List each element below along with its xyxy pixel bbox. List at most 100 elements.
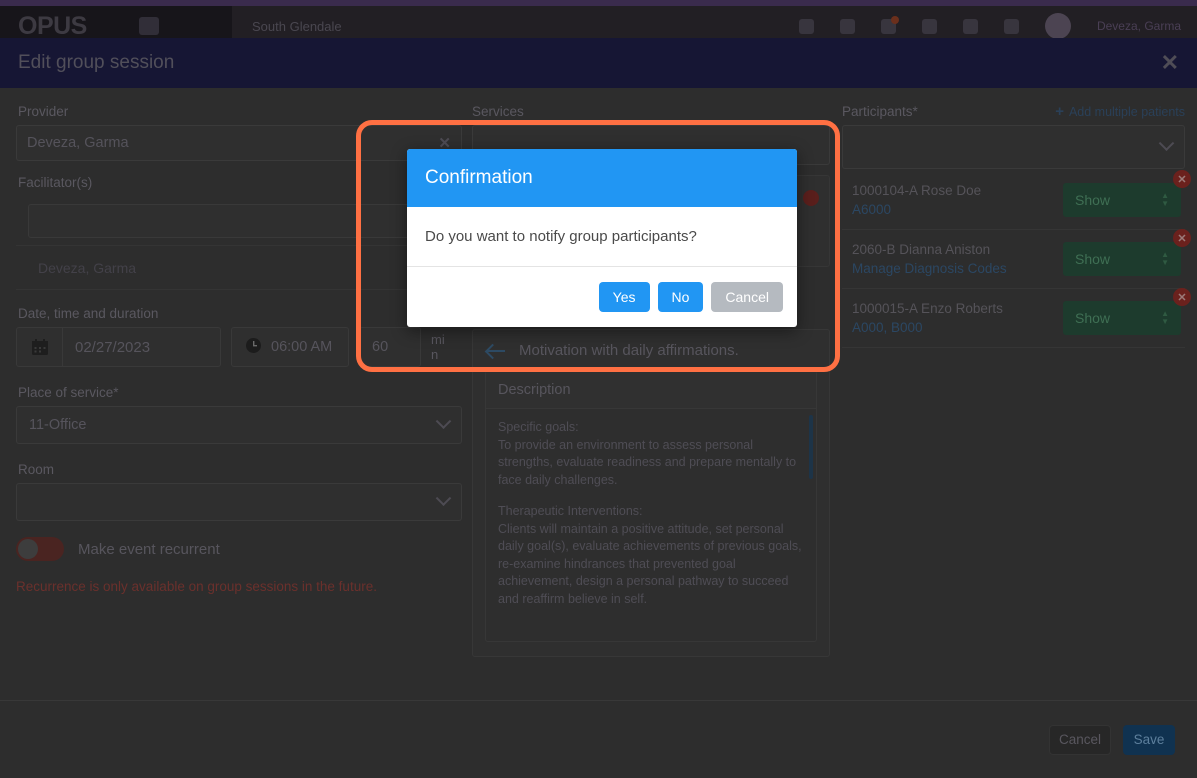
group-title: Motivation with daily affirmations. <box>519 342 739 359</box>
datetime-label: Date, time and duration <box>18 306 159 321</box>
participant-name: 1000015-A Enzo Roberts <box>852 301 1003 316</box>
messages-icon[interactable] <box>921 18 937 34</box>
add-multiple-patients-button[interactable]: + Add multiple patients <box>1055 104 1185 119</box>
remove-participant-icon[interactable]: ✕ <box>1173 229 1191 247</box>
participant-show-value: Show <box>1075 310 1111 326</box>
save-button[interactable]: Save <box>1123 724 1175 755</box>
participant-show-value: Show <box>1075 251 1111 267</box>
left-form-column: Provider Deveza, Garma ✕ Facilitator(s) … <box>12 104 462 740</box>
make-event-recurrent-toggle[interactable] <box>16 537 64 561</box>
participant-show-select[interactable]: Show ▲ ▼ <box>1063 242 1181 276</box>
participant-row: 1000015-A Enzo Roberts A000, B000 Show ▲… <box>842 288 1191 348</box>
duration-input[interactable]: 60 <box>359 327 421 367</box>
services-label: Services <box>472 104 524 119</box>
confirmation-dialog: Confirmation Do you want to notify group… <box>407 149 797 327</box>
calendar-nav-icon[interactable] <box>839 18 855 34</box>
confirmation-message: Do you want to notify group participants… <box>407 207 797 267</box>
participant-select[interactable] <box>842 125 1185 169</box>
participant-name: 2060-B Dianna Aniston <box>852 242 991 257</box>
participant-show-value: Show <box>1075 192 1111 208</box>
navbar-icons: Deveza, Garma <box>798 13 1197 39</box>
participant-info: 1000104-A Rose Doe A6000 <box>852 181 1063 219</box>
duration-value: 60 <box>372 339 389 355</box>
facilitator-input[interactable] <box>28 203 450 238</box>
back-arrow-icon[interactable] <box>487 349 505 352</box>
tasks-icon[interactable] <box>962 18 978 34</box>
confirmation-title: Confirmation <box>425 167 533 188</box>
page-title: Edit group session <box>18 52 175 73</box>
modal-footer: Cancel Save <box>0 700 1197 778</box>
remove-participant-icon[interactable]: ✕ <box>1173 288 1191 306</box>
notifications-icon[interactable] <box>880 15 899 34</box>
confirmation-actions: Yes No Cancel <box>407 267 797 327</box>
participants-list: 1000104-A Rose Doe A6000 Show ▲ ▼ ✕ 2060-… <box>842 170 1191 348</box>
participant-show-select[interactable]: Show ▲ ▼ <box>1063 183 1181 217</box>
facilitator-label: Facilitator(s) <box>18 175 93 190</box>
chevron-down-icon <box>1158 134 1175 151</box>
app-logo: OPUS <box>18 11 87 40</box>
place-of-service-label: Place of service* <box>18 385 119 400</box>
cancel-button[interactable]: Cancel <box>1049 724 1111 755</box>
datetime-row: 02/27/2023 06:00 AM 60 min <box>16 327 462 367</box>
participants-column: Participants* + Add multiple patients 10… <box>830 104 1191 740</box>
place-of-service-select[interactable]: 11-Office <box>16 406 462 444</box>
add-multiple-patients-label: Add multiple patients <box>1068 104 1185 119</box>
participant-info: 2060-B Dianna Aniston Manage Diagnosis C… <box>852 240 1063 278</box>
group-detail-header: Motivation with daily affirmations. <box>473 330 829 371</box>
clinic-name: South Glendale <box>252 18 342 34</box>
room-label: Room <box>18 462 55 477</box>
nav-collapse-icon[interactable] <box>138 17 159 35</box>
modal-header: Edit group session ✕ <box>0 38 1197 88</box>
confirm-no-button[interactable]: No <box>657 282 704 312</box>
nav-username: Deveza, Garma <box>1096 19 1181 33</box>
recurrent-row: Make event recurrent <box>16 537 462 561</box>
calendar-icon[interactable] <box>17 328 63 366</box>
date-value: 02/27/2023 <box>75 338 151 356</box>
participant-row: 1000104-A Rose Doe A6000 Show ▲ ▼ ✕ <box>842 170 1191 230</box>
avatar[interactable] <box>1044 13 1071 39</box>
help-icon[interactable] <box>798 18 814 34</box>
participants-label: Participants* <box>842 104 918 119</box>
close-icon[interactable]: ✕ <box>1161 52 1179 74</box>
room-select[interactable] <box>16 483 462 521</box>
spinner-arrows-icon: ▲ ▼ <box>1161 250 1169 267</box>
provider-value: Deveza, Garma <box>27 135 129 151</box>
time-value: 06:00 AM <box>271 339 333 355</box>
recurrence-note: Recurrence is only available on group se… <box>16 579 377 594</box>
description-paragraph: Specific goals: To provide an environmen… <box>498 420 797 487</box>
recurrent-label: Make event recurrent <box>78 540 220 558</box>
participant-name: 1000104-A Rose Doe <box>852 183 982 198</box>
participant-codes[interactable]: Manage Diagnosis Codes <box>852 259 1063 278</box>
provider-label: Provider <box>18 104 69 119</box>
toggle-knob <box>18 539 38 559</box>
participant-codes[interactable]: A000, B000 <box>852 318 1063 337</box>
participant-codes[interactable]: A6000 <box>852 200 1063 219</box>
spinner-arrows-icon: ▲ ▼ <box>1161 309 1169 326</box>
facilitator-row-input <box>16 196 462 246</box>
plus-icon: + <box>1055 103 1064 120</box>
facilitator-row-suggestion: Deveza, Garma <box>16 246 462 290</box>
facilitator-section: Deveza, Garma <box>16 196 462 290</box>
facilitator-suggestion[interactable]: Deveza, Garma <box>28 252 450 284</box>
settings-icon[interactable] <box>1003 18 1019 34</box>
participants-header: Participants* + Add multiple patients <box>842 104 1185 119</box>
remove-participant-icon[interactable]: ✕ <box>1173 170 1191 188</box>
remove-service-icon[interactable] <box>803 190 819 206</box>
time-input[interactable]: 06:00 AM <box>231 327 349 367</box>
duration-unit-label: min <box>431 332 445 362</box>
date-input[interactable]: 02/27/2023 <box>16 327 221 367</box>
description-panel: Description Specific goals: To provide a… <box>485 371 817 642</box>
place-of-service-value: 11-Office <box>29 417 87 433</box>
provider-input[interactable]: Deveza, Garma ✕ <box>16 125 462 161</box>
description-header: Description <box>486 372 816 409</box>
chevron-down-icon <box>435 412 452 429</box>
participant-show-select[interactable]: Show ▲ ▼ <box>1063 301 1181 335</box>
group-detail-card: Motivation with daily affirmations. Desc… <box>472 329 830 657</box>
confirm-yes-button[interactable]: Yes <box>598 282 650 312</box>
chevron-down-icon <box>435 489 452 506</box>
confirm-cancel-button[interactable]: Cancel <box>711 282 783 312</box>
clock-icon <box>245 337 262 358</box>
scrollbar[interactable] <box>809 415 813 479</box>
description-body[interactable]: Specific goals: To provide an environmen… <box>486 409 816 641</box>
description-paragraph: Therapeutic Interventions: Clients will … <box>498 504 802 606</box>
